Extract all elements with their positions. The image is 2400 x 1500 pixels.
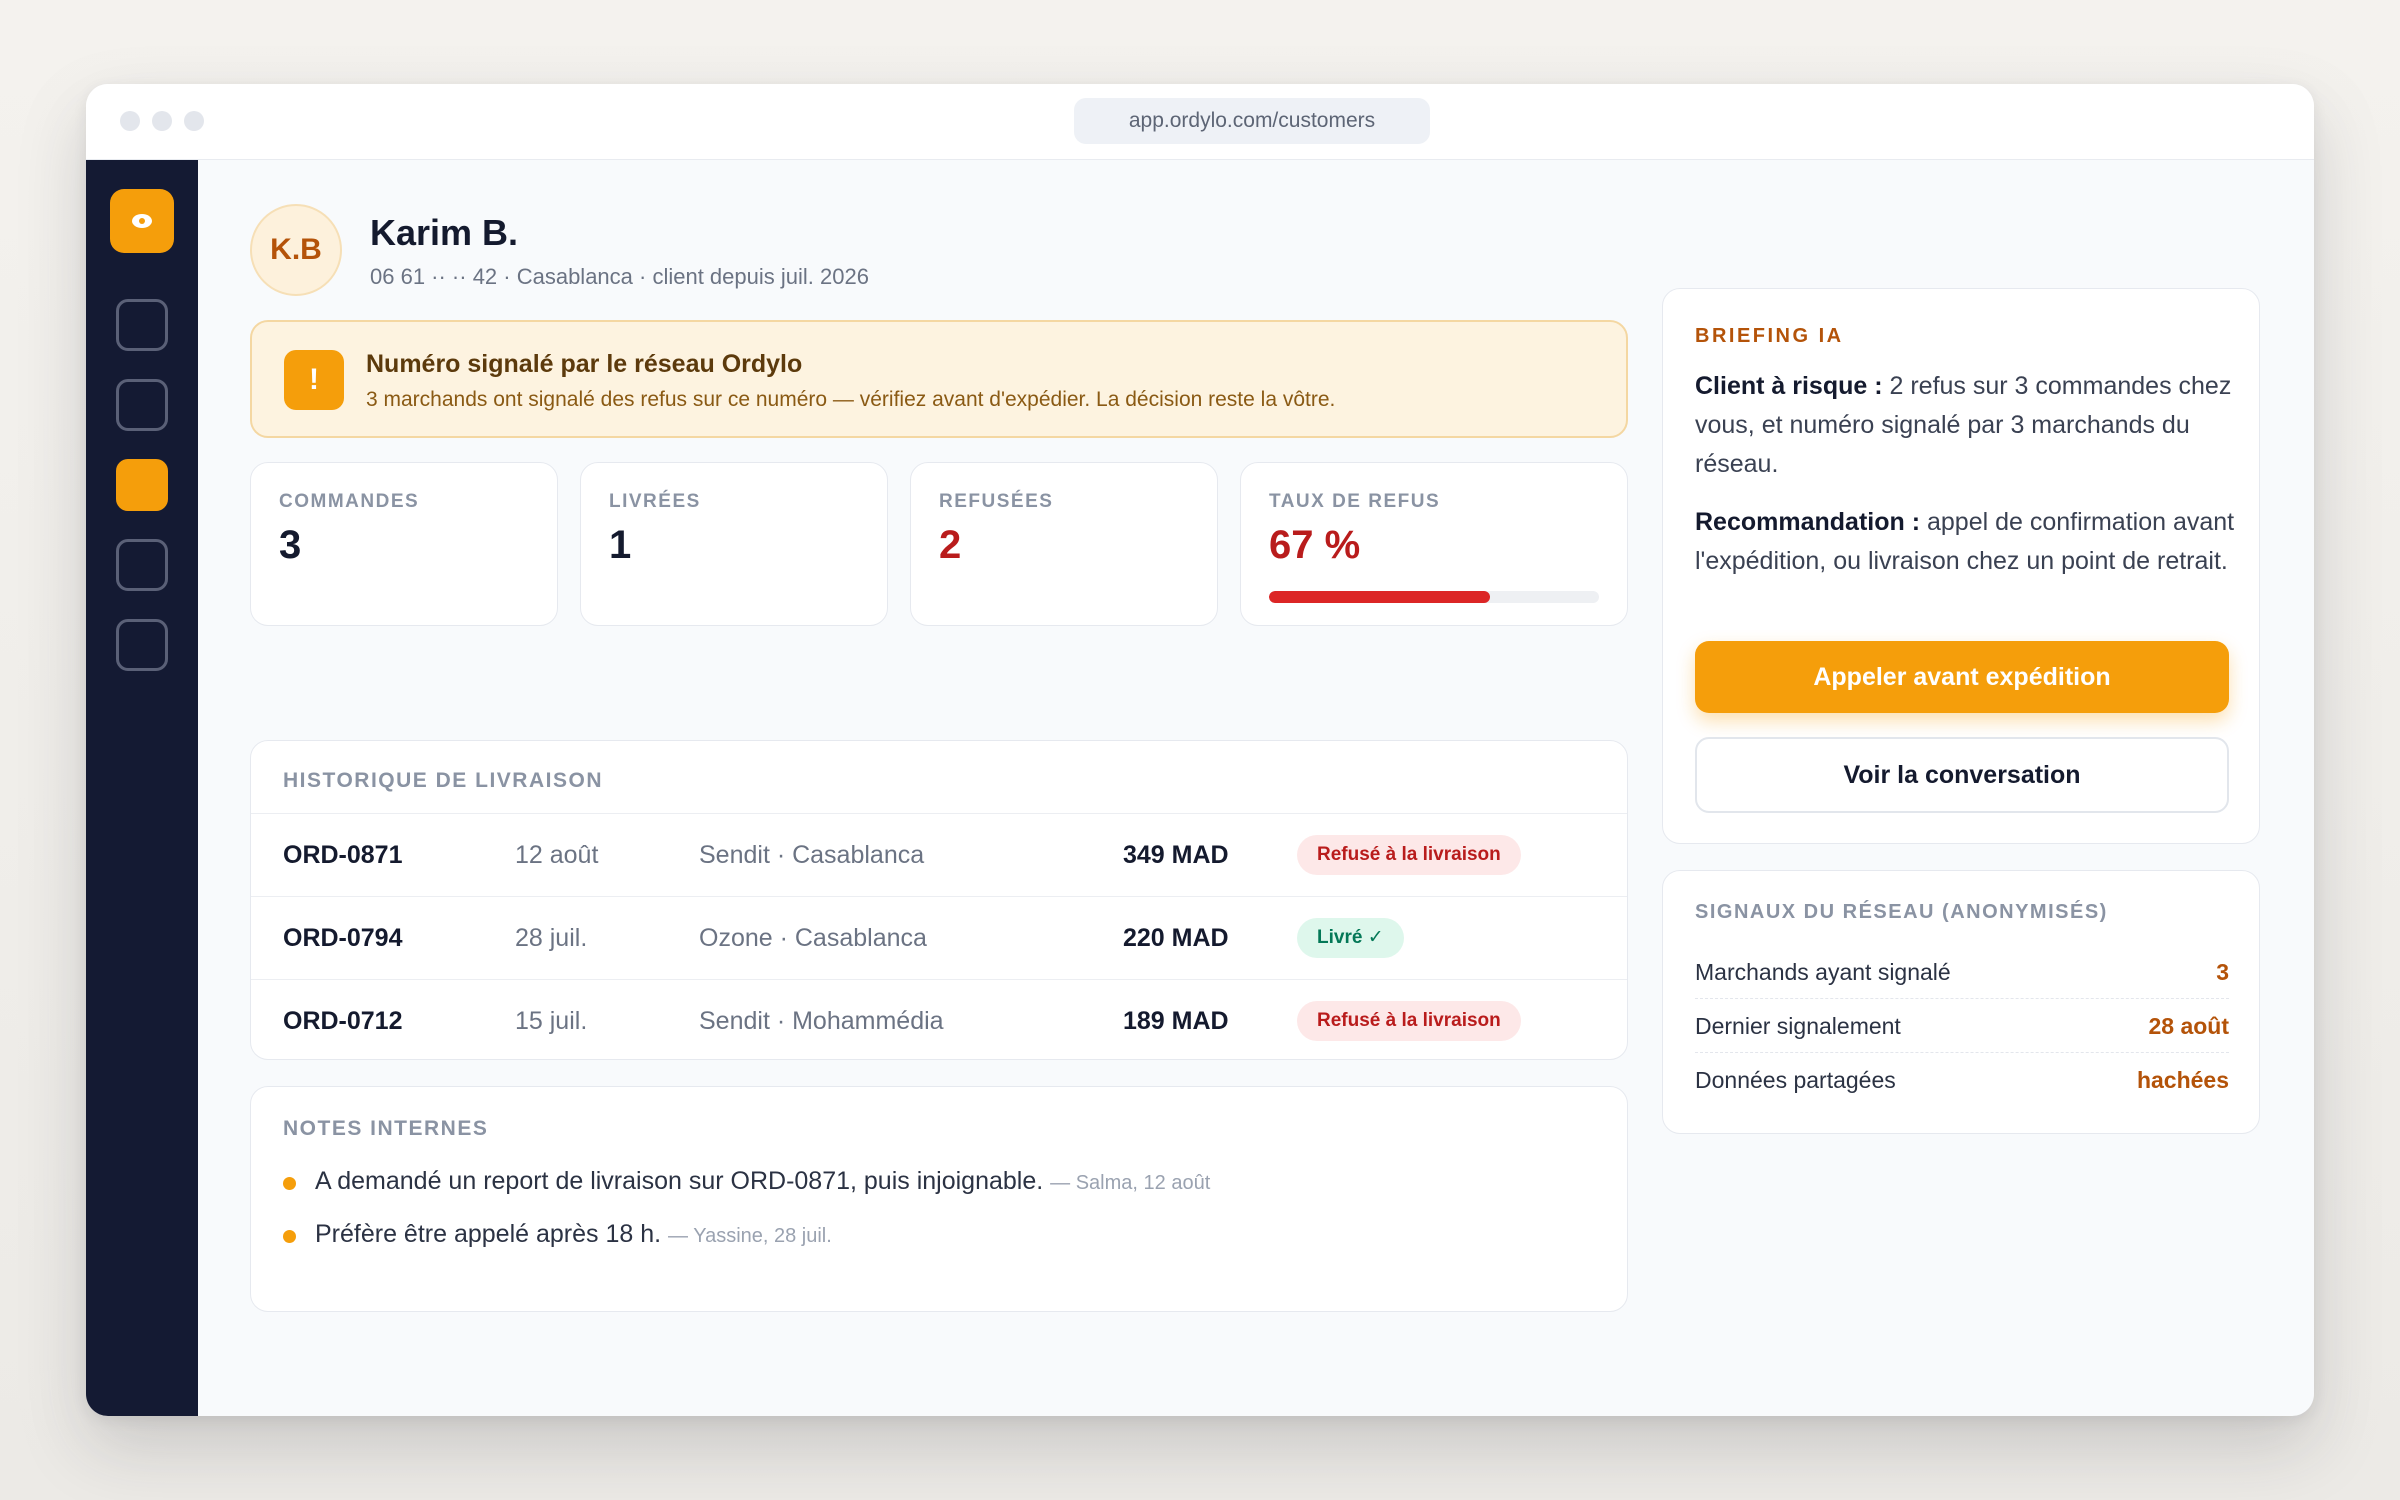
stat-card-refusal-rate: TAUX DE REFUS 67 %	[1240, 462, 1628, 626]
app-logo[interactable]	[110, 189, 174, 253]
status-badge: Livré ✓	[1297, 918, 1404, 958]
order-carrier: Sendit · Mohammédia	[699, 1007, 944, 1035]
nav-icon-customers-active[interactable]	[116, 459, 168, 511]
signal-label: Dernier signalement	[1695, 1013, 1901, 1039]
internal-notes-card: NOTES INTERNES A demandé un report de li…	[250, 1086, 1628, 1312]
stat-card-delivered: LIVRÉES 1	[580, 462, 888, 626]
history-title: HISTORIQUE DE LIVRAISON	[283, 769, 603, 792]
order-amount: 220 MAD	[1123, 924, 1229, 952]
note-text: A demandé un report de livraison sur ORD…	[315, 1167, 1044, 1195]
status-badge: Refusé à la livraison	[1297, 1001, 1521, 1041]
signal-label: Marchands ayant signalé	[1695, 959, 1951, 985]
order-date: 15 juil.	[515, 1007, 588, 1035]
stat-value: 1	[609, 523, 632, 567]
signal-value: 3	[2216, 959, 2229, 985]
stat-card-orders: COMMANDES 3	[250, 462, 558, 626]
bullet-icon	[283, 1230, 296, 1243]
briefing-title: BRIEFING IA	[1695, 325, 1844, 347]
nav-icon-2[interactable]	[116, 379, 168, 431]
order-amount: 349 MAD	[1123, 841, 1229, 869]
url-bar[interactable]: app.ordylo.com/customers	[1074, 98, 1430, 144]
list-item: A demandé un report de livraison sur ORD…	[283, 1167, 1210, 1196]
nav-icon-4[interactable]	[116, 539, 168, 591]
avatar: K.B	[250, 204, 342, 296]
list-item: Préfère être appelé après 18 h. — Yassin…	[283, 1220, 832, 1249]
window-close-dot[interactable]	[120, 111, 140, 131]
stat-label: COMMANDES	[279, 491, 420, 512]
risk-label: Client à risque :	[1695, 372, 1883, 400]
signal-value: hachées	[2136, 1067, 2229, 1093]
bullet-icon	[283, 1177, 296, 1190]
order-id[interactable]: ORD-0794	[283, 897, 403, 979]
view-conversation-button[interactable]: Voir la conversation	[1695, 737, 2229, 813]
signals-title: SIGNAUX DU RÉSEAU (ANONYMISÉS)	[1695, 901, 2108, 923]
logo-eye-icon	[132, 214, 152, 228]
recommendation-label: Recommandation :	[1695, 508, 1921, 536]
stat-label: REFUSÉES	[939, 491, 1054, 512]
signal-row: Dernier signalement 28 août	[1695, 999, 2229, 1053]
status-badge: Refusé à la livraison	[1297, 835, 1521, 875]
risk-paragraph: Client à risque : 2 refus sur 3 commande…	[1695, 367, 2235, 484]
refusal-rate-bar	[1269, 591, 1599, 603]
signal-row: Données partagées hachées	[1695, 1053, 2229, 1107]
stat-value: 3	[279, 523, 302, 567]
alert-title: Numéro signalé par le réseau Ordylo	[366, 350, 803, 378]
note-meta: — Yassine, 28 juil.	[668, 1225, 832, 1247]
alert-text: 3 marchands ont signalé des refus sur ce…	[366, 388, 1336, 411]
main-content: K.B Karim B. 06 61 ·· ·· 42 · Casablanca…	[198, 160, 2314, 1416]
warning-icon: !	[284, 350, 344, 410]
customer-name: Karim B.	[370, 212, 519, 253]
table-row[interactable]: ORD-0871 12 août Sendit · Casablanca 349…	[251, 813, 1627, 895]
note-text: Préfère être appelé après 18 h.	[315, 1220, 662, 1248]
call-before-shipping-button[interactable]: Appeler avant expédition	[1695, 641, 2229, 713]
sidebar	[86, 160, 198, 1416]
customer-subtitle: 06 61 ·· ·· 42 · Casablanca · client dep…	[370, 264, 869, 289]
order-id[interactable]: ORD-0712	[283, 980, 403, 1062]
order-amount: 189 MAD	[1123, 1007, 1229, 1035]
signal-value: 28 août	[2148, 1013, 2229, 1039]
stat-label: LIVRÉES	[609, 491, 701, 512]
order-date: 12 août	[515, 841, 599, 869]
nav-icon-1[interactable]	[116, 299, 168, 351]
signal-label: Données partagées	[1695, 1067, 1896, 1093]
stat-value: 67 %	[1269, 523, 1361, 567]
order-carrier: Sendit · Casablanca	[699, 841, 925, 869]
recommendation-paragraph: Recommandation : appel de confirmation a…	[1695, 503, 2235, 581]
table-row[interactable]: ORD-0794 28 juil. Ozone · Casablanca 220…	[251, 896, 1627, 978]
order-carrier: Ozone · Casablanca	[699, 924, 927, 952]
delivery-history-card: HISTORIQUE DE LIVRAISON ORD-0871 12 août…	[250, 740, 1628, 1060]
window-maximize-dot[interactable]	[184, 111, 204, 131]
nav-icon-5[interactable]	[116, 619, 168, 671]
signal-row: Marchands ayant signalé 3	[1695, 945, 2229, 999]
note-meta: — Salma, 12 août	[1050, 1172, 1211, 1194]
order-id[interactable]: ORD-0871	[283, 814, 403, 896]
network-signals-card: SIGNAUX DU RÉSEAU (ANONYMISÉS) Marchands…	[1662, 870, 2260, 1134]
stat-label: TAUX DE REFUS	[1269, 491, 1441, 512]
notes-title: NOTES INTERNES	[283, 1117, 489, 1140]
stat-value: 2	[939, 523, 962, 567]
network-alert-banner: ! Numéro signalé par le réseau Ordylo 3 …	[250, 320, 1628, 438]
order-date: 28 juil.	[515, 924, 588, 952]
stat-card-refused: REFUSÉES 2	[910, 462, 1218, 626]
table-row[interactable]: ORD-0712 15 juil. Sendit · Mohammédia 18…	[251, 979, 1627, 1061]
refusal-rate-fill	[1269, 591, 1491, 603]
ai-briefing-card: BRIEFING IA Client à risque : 2 refus su…	[1662, 288, 2260, 844]
browser-titlebar: app.ordylo.com/customers	[86, 84, 2314, 160]
browser-window: app.ordylo.com/customers K.B Karim B. 06…	[86, 84, 2314, 1416]
window-minimize-dot[interactable]	[152, 111, 172, 131]
